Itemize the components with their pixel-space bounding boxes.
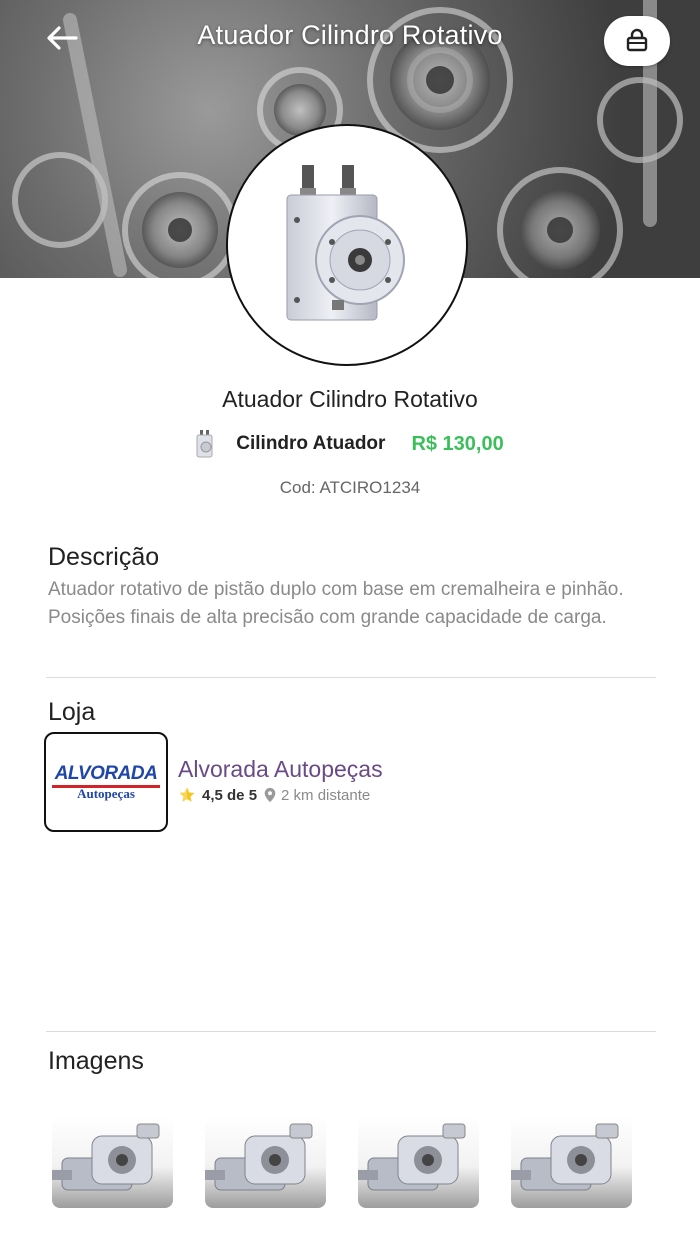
product-price: R$ 130,00 <box>411 432 504 455</box>
store-logo-sub-text: Autopeças <box>77 785 135 801</box>
images-section-title: Imagens <box>48 1047 144 1075</box>
gallery-thumbnail-4[interactable] <box>511 1116 632 1208</box>
actuator-photo <box>511 1123 619 1191</box>
product-name: Atuador Cilindro Rotativo <box>222 386 478 412</box>
shopping-bag-icon <box>626 28 648 52</box>
actuator-photo <box>52 1123 160 1191</box>
product-image <box>226 124 468 366</box>
actuator-photo <box>358 1123 466 1191</box>
description-title: Descrição <box>48 543 160 571</box>
store-logo-main-text: ALVORADA <box>54 762 158 784</box>
description-text: Atuador rotativo de pistão duplo com bas… <box>48 579 624 628</box>
gallery-thumbnail-3[interactable] <box>358 1116 479 1208</box>
gallery-thumbnail-2[interactable] <box>205 1116 326 1208</box>
gallery-thumbnail-1[interactable] <box>52 1116 173 1208</box>
store-distance: 2 km distante <box>281 786 371 804</box>
store-section-title: Loja <box>48 698 96 726</box>
shopping-bag-button[interactable] <box>604 16 670 66</box>
star-icon <box>179 787 195 802</box>
product-meta: Cilindro Atuador R$ 130,00 <box>0 430 700 458</box>
page-title: Atuador Cilindro Rotativo <box>197 20 503 50</box>
divider <box>46 677 656 678</box>
product-code: Cod: ATCIRO1234 <box>279 478 421 497</box>
location-pin-icon <box>264 787 276 803</box>
store-name-link[interactable]: Alvorada Autopeças <box>178 756 383 783</box>
category-thumbnail-icon <box>196 430 213 458</box>
image-gallery <box>52 1116 632 1208</box>
product-category: Cilindro Atuador <box>236 433 386 454</box>
divider <box>46 1031 656 1032</box>
store-logo[interactable]: ALVORADA Autopeças <box>44 732 168 832</box>
store-info: 4,5 de 5 2 km distante <box>178 786 370 804</box>
rotary-actuator-image <box>286 165 405 321</box>
actuator-photo <box>205 1123 313 1191</box>
store-rating: 4,5 de 5 <box>202 786 258 804</box>
